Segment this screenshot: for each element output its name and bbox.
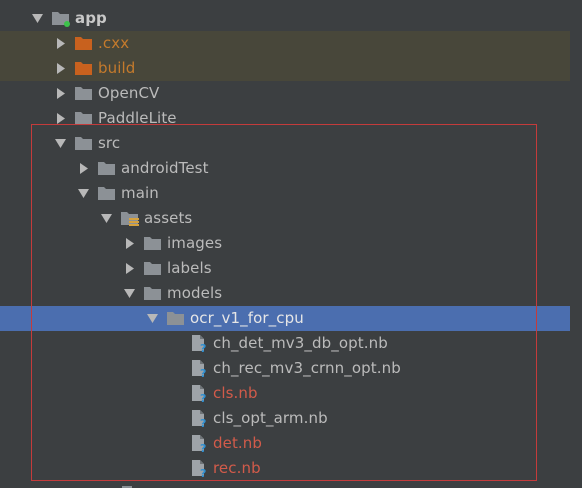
unknown-file-icon: ? — [189, 384, 209, 403]
resource-folder-icon — [120, 209, 140, 228]
tree-row-cls-nb[interactable]: ? cls.nb — [0, 381, 582, 406]
tree-row-partial[interactable] — [0, 481, 582, 488]
expand-arrow-open-icon[interactable] — [123, 281, 137, 306]
tree-row-ch-det-mv3-db-opt-nb[interactable]: ? ch_det_mv3_db_opt.nb — [0, 331, 582, 356]
svg-text:?: ? — [200, 442, 206, 453]
expand-arrow-open-icon[interactable] — [77, 181, 91, 206]
expand-arrow-closed-icon[interactable] — [54, 106, 68, 131]
tree-item-label: rec.nb — [213, 459, 261, 477]
unknown-file-icon: ? — [189, 459, 209, 478]
folder-icon — [74, 84, 94, 103]
scrollbar-track[interactable] — [570, 0, 582, 488]
tree-item-label: OpenCV — [98, 84, 160, 102]
expand-arrow-closed-icon[interactable] — [123, 256, 137, 281]
tree-row-app[interactable]: app — [0, 6, 582, 31]
expand-arrow-open-icon[interactable] — [54, 131, 68, 156]
unknown-file-icon: ? — [189, 359, 209, 378]
unknown-file-icon: ? — [189, 434, 209, 453]
module-folder-icon — [51, 9, 71, 28]
tree-row-cxx[interactable]: .cxx — [0, 31, 570, 56]
folder-icon — [143, 234, 163, 253]
tree-row-images[interactable]: images — [0, 231, 582, 256]
expand-arrow-closed-icon[interactable] — [54, 56, 68, 81]
tree-row-cls-opt-arm-nb[interactable]: ? cls_opt_arm.nb — [0, 406, 582, 431]
folder-icon — [166, 309, 186, 328]
folder-icon — [97, 159, 117, 178]
tree-row-models[interactable]: models — [0, 281, 582, 306]
tree-item-label: androidTest — [121, 159, 209, 177]
tree-item-label: labels — [167, 259, 212, 277]
folder-icon — [143, 284, 163, 303]
tree-item-label: app — [75, 9, 107, 27]
tree-item-label: .cxx — [98, 34, 130, 52]
expand-arrow-closed-icon[interactable] — [77, 156, 91, 181]
expand-arrow-closed-icon[interactable] — [54, 31, 68, 56]
tree-row-rec-nb[interactable]: ? rec.nb — [0, 456, 582, 481]
svg-text:?: ? — [200, 367, 206, 378]
tree-item-label: assets — [144, 209, 193, 227]
tree-row-ch-rec-mv3-crnn-opt-nb[interactable]: ? ch_rec_mv3_crnn_opt.nb — [0, 356, 582, 381]
excluded-folder-icon — [74, 34, 94, 53]
tree-row-main[interactable]: main — [0, 181, 582, 206]
tree-row-build[interactable]: build — [0, 56, 570, 81]
unknown-file-icon: ? — [189, 334, 209, 353]
tree-row-src[interactable]: src — [0, 131, 582, 156]
unknown-file-icon: ? — [189, 409, 209, 428]
expand-arrow-closed-icon[interactable] — [123, 231, 137, 256]
tree-row-androidtest[interactable]: androidTest — [0, 156, 582, 181]
tree-row-assets[interactable]: assets — [0, 206, 582, 231]
tree-item-label: build — [98, 59, 136, 77]
tree-item-label: cls_opt_arm.nb — [213, 409, 328, 427]
project-tree: app .cxx build OpenCV PaddleLite src androidTe… — [0, 0, 582, 488]
folder-icon — [74, 109, 94, 128]
svg-text:?: ? — [200, 467, 206, 478]
tree-item-label: det.nb — [213, 434, 263, 452]
tree-item-label: src — [98, 134, 121, 152]
folder-icon — [97, 184, 117, 203]
tree-item-label: ch_det_mv3_db_opt.nb — [213, 334, 388, 352]
svg-text:?: ? — [200, 392, 206, 403]
expand-arrow-open-icon[interactable] — [146, 306, 160, 331]
folder-icon — [74, 134, 94, 153]
tree-item-label: ch_rec_mv3_crnn_opt.nb — [213, 359, 401, 377]
tree-row-ocr-v1-for-cpu[interactable]: ocr_v1_for_cpu — [0, 306, 570, 331]
tree-item-label: PaddleLite — [98, 109, 177, 127]
svg-text:?: ? — [200, 417, 206, 428]
tree-row-paddlelite[interactable]: PaddleLite — [0, 106, 582, 131]
tree-row-det-nb[interactable]: ? det.nb — [0, 431, 582, 456]
expand-arrow-closed-icon[interactable] — [54, 81, 68, 106]
tree-row-labels[interactable]: labels — [0, 256, 582, 281]
tree-item-label: images — [167, 234, 223, 252]
folder-icon — [143, 259, 163, 278]
folder-icon — [120, 484, 140, 488]
tree-item-label: models — [167, 284, 223, 302]
excluded-folder-icon — [74, 59, 94, 78]
expand-arrow-open-icon[interactable] — [100, 206, 114, 231]
tree-item-label: ocr_v1_for_cpu — [190, 309, 304, 327]
svg-text:?: ? — [200, 342, 206, 353]
tree-item-label: cls.nb — [213, 384, 258, 402]
tree-row-opencv[interactable]: OpenCV — [0, 81, 582, 106]
expand-arrow-open-icon[interactable] — [31, 6, 45, 31]
tree-item-label: main — [121, 184, 159, 202]
